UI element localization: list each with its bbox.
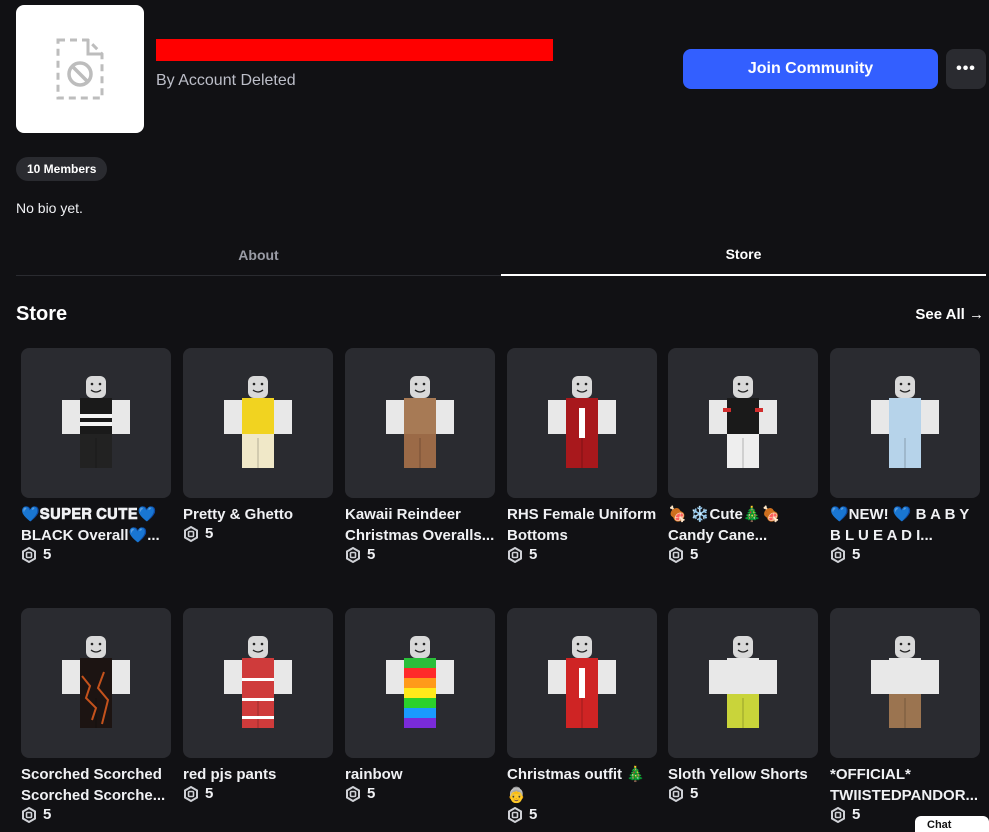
tab-about[interactable]: About <box>16 234 501 276</box>
item-price-value: 5 <box>529 546 538 563</box>
robux-icon <box>184 785 198 802</box>
robux-icon <box>669 785 683 802</box>
item-thumbnail[interactable] <box>21 348 171 498</box>
item-name[interactable]: *OFFICIAL* TWIISTEDPANDOR... <box>830 764 980 806</box>
item-price: 5 <box>21 806 171 823</box>
robux-icon <box>22 806 36 823</box>
item-name[interactable]: 💙NEW! 💙 B A B Y B L U E A D I... <box>830 504 980 546</box>
robux-icon <box>508 546 522 563</box>
more-options-button[interactable]: ••• <box>946 49 986 89</box>
robux-icon <box>346 546 360 563</box>
robux-icon <box>508 806 522 823</box>
robux-icon <box>346 785 360 802</box>
item-price: 5 <box>507 546 657 563</box>
item-price-value: 5 <box>529 806 538 823</box>
tab-store[interactable]: Store <box>501 234 986 276</box>
store-item-card[interactable]: RHS Female Uniform Bottoms 5 <box>507 348 657 563</box>
more-dots-icon: ••• <box>956 60 976 77</box>
item-thumbnail[interactable] <box>507 608 657 758</box>
item-thumbnail[interactable] <box>830 608 980 758</box>
group-bio: No bio yet. <box>16 200 83 216</box>
tab-bar: About Store <box>16 234 986 276</box>
item-price: 5 <box>345 546 495 563</box>
item-price: 5 <box>668 785 818 802</box>
item-name[interactable]: Kawaii Reindeer Christmas Overalls... <box>345 504 495 546</box>
store-item-card[interactable]: Kawaii Reindeer Christmas Overalls... 5 <box>345 348 495 563</box>
item-price-value: 5 <box>367 546 376 563</box>
item-name[interactable]: 💙𝐒𝐔𝐏𝐄𝐑 𝐂𝐔𝐓𝐄💙 BLACK Overall💙... <box>21 504 171 546</box>
store-item-card[interactable]: red pjs pants 5 <box>183 608 333 802</box>
item-thumbnail[interactable] <box>345 608 495 758</box>
redaction-bar <box>156 39 553 61</box>
item-thumbnail[interactable] <box>183 348 333 498</box>
item-thumbnail[interactable] <box>668 608 818 758</box>
store-item-card[interactable]: Pretty & Ghetto 5 <box>183 348 333 542</box>
item-name[interactable]: 🍖 ❄️Cute🎄🍖 Candy Cane... <box>668 504 818 546</box>
robux-icon <box>669 546 683 563</box>
item-price-value: 5 <box>367 785 376 802</box>
chat-tab[interactable]: Chat <box>915 816 989 832</box>
item-thumbnail[interactable] <box>668 348 818 498</box>
item-price: 5 <box>830 546 980 563</box>
item-price-value: 5 <box>852 806 861 823</box>
store-item-card[interactable]: *OFFICIAL* TWIISTEDPANDOR... 5 <box>830 608 980 823</box>
item-price: 5 <box>183 525 333 542</box>
item-price-value: 5 <box>205 525 214 542</box>
item-price-value: 5 <box>690 785 699 802</box>
group-header: By Account Deleted <box>156 38 576 90</box>
item-name[interactable]: Scorched Scorched Scorched Scorche... <box>21 764 171 806</box>
item-thumbnail[interactable] <box>507 348 657 498</box>
item-price-value: 5 <box>43 546 52 563</box>
item-name[interactable]: Christmas outfit 🎄 👵 <box>507 764 657 806</box>
robux-icon <box>831 806 845 823</box>
item-price-value: 5 <box>690 546 699 563</box>
item-price: 5 <box>345 785 495 802</box>
members-count-badge[interactable]: 10 Members <box>16 157 108 181</box>
item-thumbnail[interactable] <box>830 348 980 498</box>
item-price: 5 <box>21 546 171 563</box>
item-price-value: 5 <box>43 806 52 823</box>
store-item-card[interactable]: 💙NEW! 💙 B A B Y B L U E A D I... 5 <box>830 348 980 563</box>
item-thumbnail[interactable] <box>21 608 171 758</box>
join-community-button[interactable]: Join Community <box>683 49 938 89</box>
robux-icon <box>22 546 36 563</box>
item-price: 5 <box>668 546 818 563</box>
see-all-label: See All → <box>915 306 984 323</box>
group-title <box>156 38 576 68</box>
store-item-card[interactable]: Christmas outfit 🎄 👵 5 <box>507 608 657 823</box>
item-price: 5 <box>507 806 657 823</box>
store-item-card[interactable]: rainbow 5 <box>345 608 495 802</box>
robux-icon <box>831 546 845 563</box>
store-item-card[interactable]: Scorched Scorched Scorched Scorche... 5 <box>21 608 171 823</box>
store-item-card[interactable]: Sloth Yellow Shorts 5 <box>668 608 818 802</box>
store-item-card[interactable]: 💙𝐒𝐔𝐏𝐄𝐑 𝐂𝐔𝐓𝐄💙 BLACK Overall💙... 5 <box>21 348 171 563</box>
item-price-value: 5 <box>852 546 861 563</box>
item-thumbnail[interactable] <box>345 348 495 498</box>
item-name[interactable]: RHS Female Uniform Bottoms <box>507 504 657 546</box>
group-emblem <box>16 5 144 133</box>
group-owner[interactable]: By Account Deleted <box>156 72 576 90</box>
see-all-link[interactable]: See All → <box>915 306 984 323</box>
item-price-value: 5 <box>205 785 214 802</box>
image-unavailable-icon <box>56 38 104 100</box>
item-thumbnail[interactable] <box>183 608 333 758</box>
item-price: 5 <box>183 785 333 802</box>
store-item-card[interactable]: 🍖 ❄️Cute🎄🍖 Candy Cane... 5 <box>668 348 818 563</box>
robux-icon <box>184 525 198 542</box>
store-section-title: Store <box>16 303 68 325</box>
